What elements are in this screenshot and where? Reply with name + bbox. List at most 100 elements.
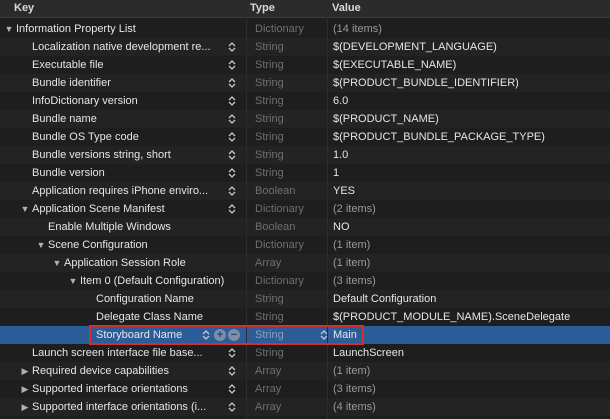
- plist-row[interactable]: Bundle name String $(PRODUCT_NAME): [0, 110, 610, 128]
- key-label[interactable]: Application requires iPhone enviro...: [32, 182, 208, 200]
- plist-row[interactable]: Configuration Name String Default Configur…: [0, 290, 610, 308]
- value-label[interactable]: (1 item): [333, 254, 370, 272]
- value-label[interactable]: (3 items): [333, 380, 376, 398]
- value-label[interactable]: $(PRODUCT_NAME): [333, 110, 439, 128]
- minus-circle-icon[interactable]: −: [228, 329, 240, 341]
- plist-row-selected[interactable]: Storyboard Name + − String Main: [0, 326, 610, 344]
- triangle-down-icon[interactable]: ▼: [68, 272, 78, 290]
- plist-row[interactable]: ▶ Supported interface orientations Array (3…: [0, 380, 610, 398]
- value-label[interactable]: (3 items): [333, 272, 376, 290]
- plus-circle-icon[interactable]: +: [214, 329, 226, 341]
- plist-row[interactable]: ▼ Item 0 (Default Configuration) Dictionar…: [0, 272, 610, 290]
- value-label[interactable]: (1 item): [333, 236, 370, 254]
- value-label[interactable]: Main: [333, 326, 357, 344]
- triangle-right-icon[interactable]: ▶: [20, 398, 30, 416]
- value-label[interactable]: (4 items): [333, 398, 376, 416]
- key-label[interactable]: Bundle OS Type code: [32, 128, 139, 146]
- triangle-right-icon[interactable]: ▶: [20, 362, 30, 380]
- type-label[interactable]: String: [255, 326, 284, 344]
- value-label[interactable]: 6.0: [333, 92, 348, 110]
- type-label[interactable]: Array: [255, 362, 281, 380]
- type-label[interactable]: Dictionary: [255, 272, 304, 290]
- value-label[interactable]: $(PRODUCT_MODULE_NAME).SceneDelegate: [333, 308, 570, 326]
- up-down-stepper-icon[interactable]: [226, 382, 238, 396]
- key-label[interactable]: Supported interface orientations: [32, 380, 188, 398]
- plist-row[interactable]: Launch screen interface file base... Stri…: [0, 344, 610, 362]
- plist-row[interactable]: Application requires iPhone enviro... Boo…: [0, 182, 610, 200]
- value-label[interactable]: (2 items): [333, 200, 376, 218]
- value-label[interactable]: (1 item): [333, 362, 370, 380]
- key-label[interactable]: Bundle name: [32, 110, 97, 128]
- plist-row[interactable]: Bundle versions string, short String 1.0: [0, 146, 610, 164]
- key-label[interactable]: Application Scene Manifest: [32, 200, 165, 218]
- type-label[interactable]: Dictionary: [255, 20, 304, 38]
- key-label[interactable]: Launch screen interface file base...: [32, 344, 203, 362]
- type-stepper-icon[interactable]: [318, 328, 330, 342]
- value-label[interactable]: $(PRODUCT_BUNDLE_PACKAGE_TYPE): [333, 128, 545, 146]
- key-label[interactable]: Configuration Name: [96, 290, 194, 308]
- type-label[interactable]: String: [255, 344, 284, 362]
- key-label[interactable]: Localization native development re...: [32, 38, 211, 56]
- key-label[interactable]: Item 0 (Default Configuration): [80, 272, 224, 290]
- type-label[interactable]: String: [255, 74, 284, 92]
- value-column-header[interactable]: Value: [332, 0, 361, 17]
- plist-row[interactable]: Delegate Class Name String $(PRODUCT_MODUL…: [0, 308, 610, 326]
- plist-row[interactable]: Bundle version String 1: [0, 164, 610, 182]
- up-down-stepper-icon[interactable]: [226, 364, 238, 378]
- key-label[interactable]: Storyboard Name: [96, 326, 182, 344]
- key-label[interactable]: Bundle identifier: [32, 74, 111, 92]
- value-label[interactable]: (14 items): [333, 20, 382, 38]
- triangle-down-icon[interactable]: ▼: [4, 20, 14, 38]
- type-label[interactable]: String: [255, 146, 284, 164]
- type-label[interactable]: Array: [255, 254, 281, 272]
- plist-row[interactable]: ▼ Application Session Role Array (1 item): [0, 254, 610, 272]
- triangle-down-icon[interactable]: ▼: [52, 254, 62, 272]
- type-label[interactable]: String: [255, 128, 284, 146]
- up-down-stepper-icon[interactable]: [200, 328, 212, 342]
- plist-row[interactable]: InfoDictionary version String 6.0: [0, 92, 610, 110]
- triangle-down-icon[interactable]: ▼: [20, 200, 30, 218]
- plist-row[interactable]: ▼ Scene Configuration Dictionary (1 item): [0, 236, 610, 254]
- value-label[interactable]: 1: [333, 164, 339, 182]
- key-label[interactable]: Executable file: [32, 56, 104, 74]
- up-down-stepper-icon[interactable]: [226, 400, 238, 414]
- type-label[interactable]: String: [255, 92, 284, 110]
- plist-row[interactable]: Bundle identifier String $(PRODUCT_BUNDLE_…: [0, 74, 610, 92]
- type-label[interactable]: Array: [255, 398, 281, 416]
- value-label[interactable]: $(EXECUTABLE_NAME): [333, 56, 456, 74]
- type-label[interactable]: Boolean: [255, 182, 295, 200]
- type-label[interactable]: String: [255, 38, 284, 56]
- type-label[interactable]: String: [255, 290, 284, 308]
- value-label[interactable]: LaunchScreen: [333, 344, 404, 362]
- up-down-stepper-icon[interactable]: [226, 202, 238, 216]
- up-down-stepper-icon[interactable]: [226, 58, 238, 72]
- key-label[interactable]: Bundle versions string, short: [32, 146, 171, 164]
- value-label[interactable]: $(PRODUCT_BUNDLE_IDENTIFIER): [333, 74, 519, 92]
- type-label[interactable]: Array: [255, 380, 281, 398]
- key-label[interactable]: Enable Multiple Windows: [48, 218, 171, 236]
- up-down-stepper-icon[interactable]: [226, 166, 238, 180]
- type-label[interactable]: String: [255, 56, 284, 74]
- type-label[interactable]: String: [255, 164, 284, 182]
- plist-row[interactable]: ▶ Supported interface orientations (i... A…: [0, 398, 610, 416]
- type-label[interactable]: String: [255, 308, 284, 326]
- key-label[interactable]: Bundle version: [32, 164, 105, 182]
- type-column-header[interactable]: Type: [250, 0, 275, 17]
- up-down-stepper-icon[interactable]: [226, 346, 238, 360]
- plist-row[interactable]: Enable Multiple Windows Boolean NO: [0, 218, 610, 236]
- value-label[interactable]: NO: [333, 218, 350, 236]
- triangle-right-icon[interactable]: ▶: [20, 380, 30, 398]
- key-column-header[interactable]: Key: [14, 0, 34, 17]
- type-label[interactable]: Dictionary: [255, 200, 304, 218]
- up-down-stepper-icon[interactable]: [226, 40, 238, 54]
- key-label[interactable]: InfoDictionary version: [32, 92, 138, 110]
- value-label[interactable]: Default Configuration: [333, 290, 436, 308]
- triangle-down-icon[interactable]: ▼: [36, 236, 46, 254]
- type-label[interactable]: String: [255, 110, 284, 128]
- plist-row[interactable]: ▼ Information Property List Dictionary (14 …: [0, 20, 610, 38]
- plist-row[interactable]: Executable file String $(EXECUTABLE_NAME): [0, 56, 610, 74]
- plist-row[interactable]: ▼ Application Scene Manifest Dictionary (2 …: [0, 200, 610, 218]
- up-down-stepper-icon[interactable]: [226, 148, 238, 162]
- key-label[interactable]: Scene Configuration: [48, 236, 148, 254]
- plist-row[interactable]: Localization native development re... Str…: [0, 38, 610, 56]
